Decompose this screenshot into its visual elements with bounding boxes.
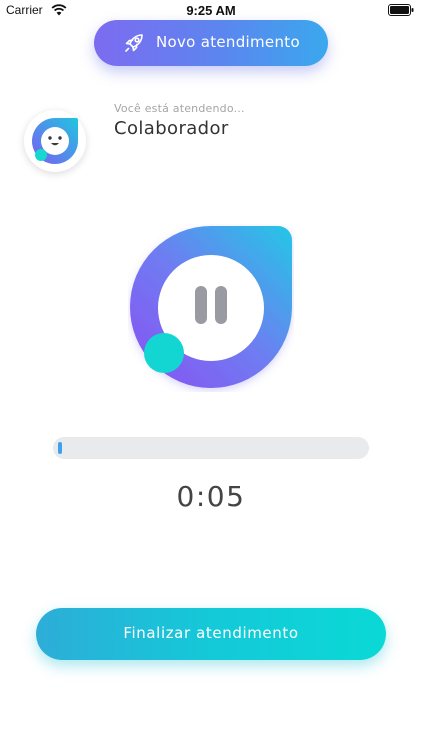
- clock: 9:25 AM: [186, 3, 236, 18]
- status-bar: Carrier 9:25 AM: [0, 0, 422, 22]
- finish-call-button[interactable]: Finalizar atendimento: [36, 608, 386, 660]
- avatar: [24, 110, 86, 172]
- attending-label: Você está atendendo...: [114, 102, 245, 115]
- pause-button[interactable]: [176, 270, 246, 340]
- audio-player: [128, 224, 294, 392]
- face-icon: [32, 118, 78, 164]
- progress-bar[interactable]: [53, 437, 369, 459]
- progress-fill: [58, 442, 62, 454]
- pause-icon: [195, 286, 227, 324]
- rocket-icon: [125, 34, 143, 52]
- attendant-name: Colaborador: [114, 118, 229, 139]
- new-call-button[interactable]: Novo atendimento: [94, 20, 328, 66]
- new-call-label: Novo atendimento: [156, 33, 300, 51]
- timer: 0:05: [176, 480, 246, 513]
- finish-call-label: Finalizar atendimento: [123, 624, 299, 642]
- battery-icon: [388, 4, 414, 16]
